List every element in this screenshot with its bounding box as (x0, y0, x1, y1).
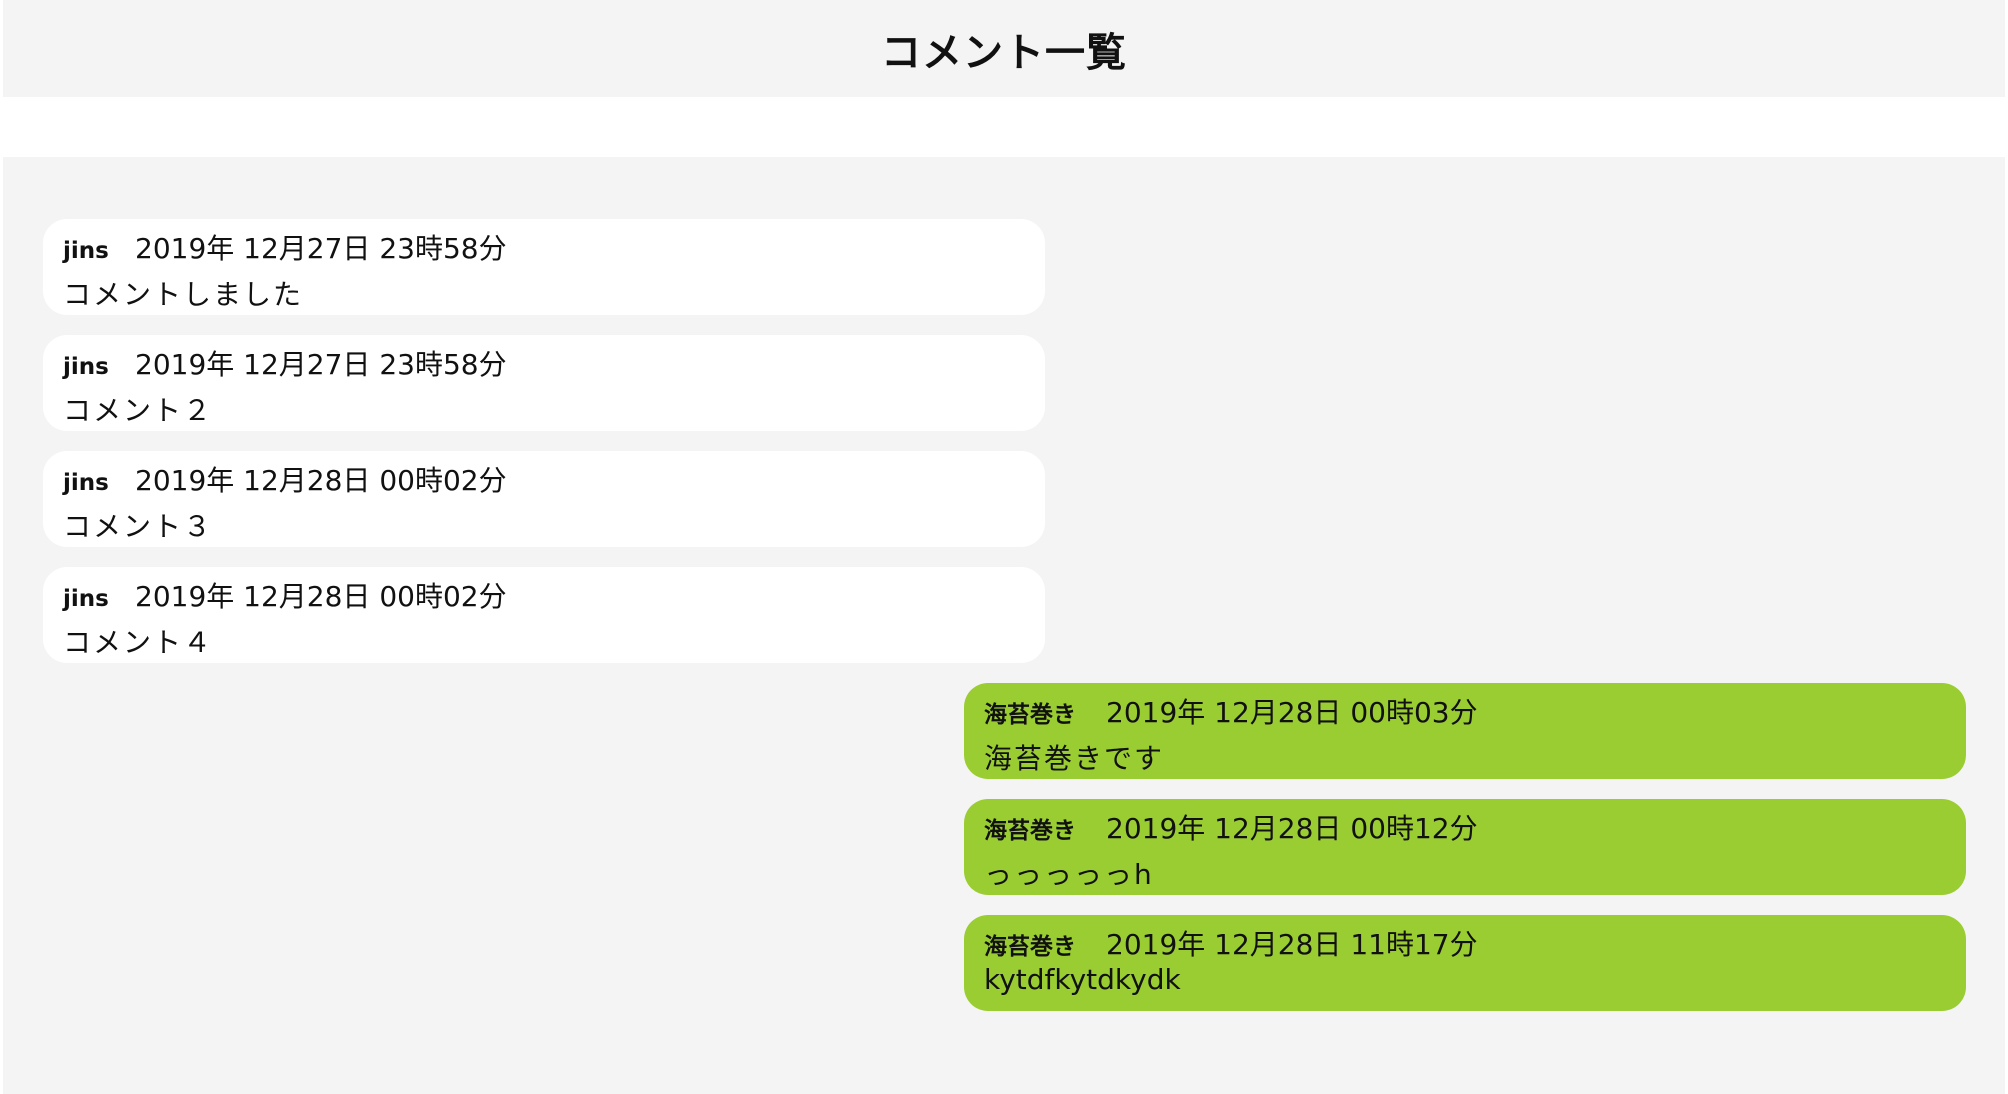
comment-text: コメントしました (63, 278, 304, 311)
page-header: コメント一覧 (3, 0, 2005, 97)
own-comment-bubble: 海苔巻き 2019年 12月28日 11時17分 kytdfkytdkydk (964, 915, 1966, 1011)
own-comment-bubble: 海苔巻き 2019年 12月28日 00時03分 海苔巻きです (964, 683, 1966, 779)
comment-bubble: jins 2019年 12月28日 00時02分 コメント３ (43, 451, 1045, 547)
comment-author: jins (63, 354, 109, 380)
comment-thread: jins 2019年 12月27日 23時58分 コメントしました jins 201… (3, 157, 2005, 1094)
comment-bubble: jins 2019年 12月27日 23時58分 コメント２ (43, 335, 1045, 431)
comment-author: jins (63, 586, 109, 612)
comment-date: 2019年 12月27日 23時58分 (135, 232, 507, 265)
comment-author: jins (63, 238, 109, 264)
comment-author: jins (63, 470, 109, 496)
comment-date: 2019年 12月28日 00時12分 (1106, 812, 1478, 845)
comment-bubble: jins 2019年 12月27日 23時58分 コメントしました (43, 219, 1045, 315)
comment-text: 海苔巻きです (984, 742, 1165, 775)
comment-text: コメント４ (63, 626, 214, 659)
comment-date: 2019年 12月28日 00時03分 (1106, 696, 1478, 729)
comment-text: kytdfkytdkydk (984, 963, 1181, 996)
comment-author: 海苔巻き (984, 934, 1076, 960)
own-comment-bubble: 海苔巻き 2019年 12月28日 00時12分 っっっっっh (964, 799, 1966, 895)
page-title: コメント一覧 (881, 29, 1127, 76)
comment-date: 2019年 12月28日 00時02分 (135, 464, 507, 497)
comment-author: 海苔巻き (984, 702, 1076, 728)
comment-bubble: jins 2019年 12月28日 00時02分 コメント４ (43, 567, 1045, 663)
comment-date: 2019年 12月28日 00時02分 (135, 580, 507, 613)
comment-text: っっっっっh (984, 858, 1154, 891)
comment-date: 2019年 12月27日 23時58分 (135, 348, 507, 381)
comment-author: 海苔巻き (984, 818, 1076, 844)
comment-date: 2019年 12月28日 11時17分 (1106, 928, 1478, 961)
comment-text: コメント２ (63, 394, 214, 427)
comment-text: コメント３ (63, 510, 214, 543)
